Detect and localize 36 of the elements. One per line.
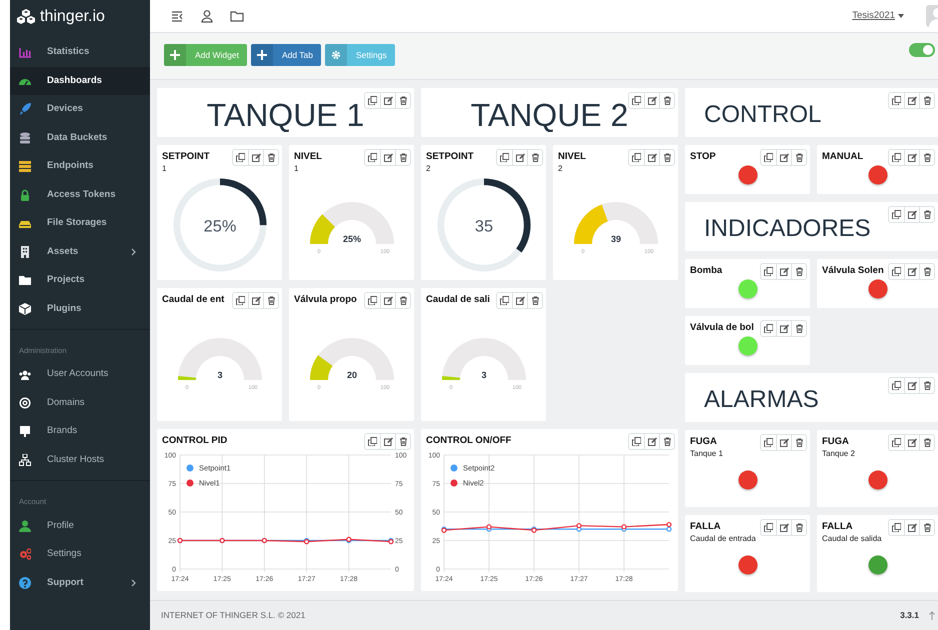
widget-title: CONTROL ON/OFF [426, 434, 512, 447]
widget-subtitle: Caudal de entrada [690, 533, 756, 544]
widget-heading: TANQUE 1 [206, 96, 364, 130]
widget-title: Válvula Solen [822, 264, 884, 277]
widget-subtitle: 2 [558, 163, 562, 174]
widget-subtitle: Tanque 1 [690, 448, 723, 459]
widget-subtitle: Tanque 2 [822, 448, 855, 459]
widget-title: SETPOINT [426, 150, 474, 163]
widget-title: FUGA [822, 435, 849, 448]
widget-title: Válvula de bol [690, 321, 754, 334]
widget-title: Caudal de ent [162, 293, 224, 306]
widget-title: CONTROL PID [162, 434, 228, 447]
widget-heading: TANQUE 2 [470, 96, 628, 130]
widget-title: FALLA [822, 520, 853, 533]
widget-title: NIVEL [558, 150, 586, 163]
logo-text: thinger.io [40, 6, 105, 26]
widget-subtitle: 1 [294, 163, 298, 174]
version-text: 3.3.1 [900, 609, 919, 622]
copyright-text: INTERNET OF THINGER S.L. © 2021 [161, 609, 306, 622]
widget-subtitle: Caudal de salida [822, 533, 882, 544]
widget-subtitle: 1 [162, 163, 166, 174]
widget-title: STOP [690, 150, 716, 163]
widget-title: Caudal de sali [426, 293, 490, 306]
donut-gauge: 25% [172, 176, 268, 272]
widget-subtitle: 2 [426, 163, 430, 174]
widget-heading: CONTROL [704, 100, 822, 126]
widget-title: FUGA [690, 435, 717, 448]
widget-title: Bomba [690, 264, 722, 277]
widget-heading: ALARMAS [704, 384, 819, 412]
widget-title: FALLA [690, 520, 721, 533]
donut-gauge: 35 [436, 176, 532, 272]
widget-heading: INDICADORES [704, 214, 871, 240]
widget-title: NIVEL [294, 150, 322, 163]
widget-title: SETPOINT [162, 150, 210, 163]
widget-title: Válvula propo [294, 293, 357, 306]
widget-title: MANUAL [822, 150, 864, 163]
